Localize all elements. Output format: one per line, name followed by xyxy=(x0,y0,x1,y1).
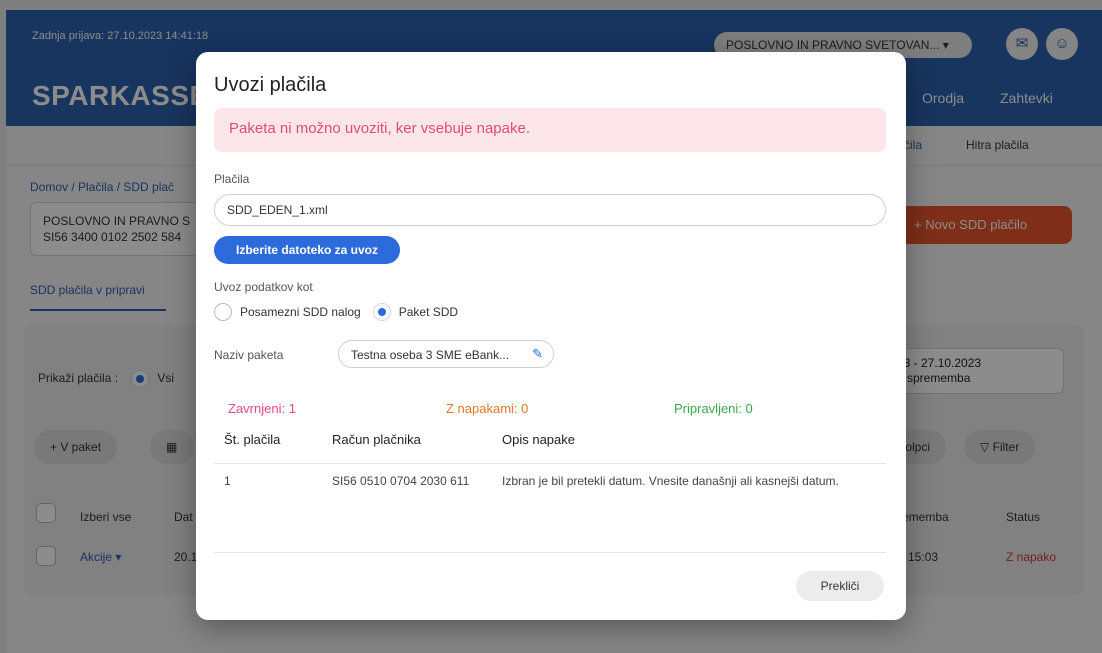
file-input[interactable]: SDD_EDEN_1.xml xyxy=(214,194,886,226)
import-type-radio-group: Posamezni SDD nalog Paket SDD xyxy=(214,302,470,322)
table-divider xyxy=(214,463,886,464)
choose-file-button[interactable]: Izberite datoteko za uvoz xyxy=(214,236,400,264)
error-alert: Paketa ni možno uvoziti, ker vsebuje nap… xyxy=(214,108,886,152)
stat-ready: Pripravljeni: 0 xyxy=(674,401,753,416)
payments-label: Plačila xyxy=(214,172,250,186)
row-error-description: Izbran je bil pretekli datum. Vnesite da… xyxy=(502,474,839,488)
footer-divider xyxy=(214,552,886,553)
radio-package[interactable] xyxy=(372,303,391,321)
package-name-label: Naziv paketa xyxy=(214,348,284,362)
col-payment-number: Št. plačila xyxy=(224,432,281,447)
stat-rejected: Zavrnjeni: 1 xyxy=(228,401,296,416)
stat-with-errors: Z napakami: 0 xyxy=(446,401,529,416)
row-payment-number: 1 xyxy=(224,474,231,488)
package-name-field[interactable]: Testna oseba 3 SME eBank... ✎ xyxy=(338,340,554,368)
import-payments-dialog: Uvozi plačila Paketa ni možno uvoziti, k… xyxy=(196,52,906,620)
cancel-button[interactable]: Prekliči xyxy=(796,571,884,601)
import-as-label: Uvoz podatkov kot xyxy=(214,280,313,294)
package-name-value: Testna oseba 3 SME eBank... xyxy=(351,348,510,362)
radio-single-order-label: Posamezni SDD nalog xyxy=(240,305,361,319)
radio-single-order[interactable] xyxy=(214,303,232,321)
dialog-title: Uvozi plačila xyxy=(214,74,327,96)
pencil-icon[interactable]: ✎ xyxy=(532,346,543,362)
col-error-description: Opis napake xyxy=(502,432,575,447)
radio-package-label: Paket SDD xyxy=(398,305,459,319)
col-payer-account: Račun plačnika xyxy=(332,432,421,447)
row-payer-account: SI56 0510 0704 2030 611 xyxy=(332,474,470,488)
